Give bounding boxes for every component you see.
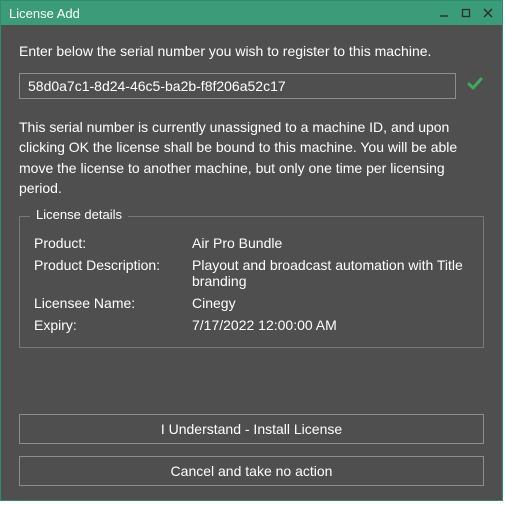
status-text: This serial number is currently unassign… bbox=[19, 117, 484, 198]
minimize-button[interactable] bbox=[434, 3, 454, 23]
content-area: Enter below the serial number you wish t… bbox=[1, 25, 502, 500]
licensee-name-label: Licensee Name: bbox=[34, 295, 184, 311]
cancel-button[interactable]: Cancel and take no action bbox=[19, 456, 484, 486]
product-value: Air Pro Bundle bbox=[192, 235, 469, 251]
product-label: Product: bbox=[34, 235, 184, 251]
instruction-text: Enter below the serial number you wish t… bbox=[19, 43, 484, 59]
product-description-value: Playout and broadcast automation with Ti… bbox=[192, 257, 469, 289]
license-details-legend: License details bbox=[30, 207, 128, 222]
install-license-button[interactable]: I Understand - Install License bbox=[19, 414, 484, 444]
license-add-window: License Add Enter below the serial numbe… bbox=[0, 0, 503, 501]
titlebar: License Add bbox=[1, 1, 502, 25]
close-button[interactable] bbox=[478, 3, 498, 23]
license-details-group: License details Product: Air Pro Bundle … bbox=[19, 216, 484, 348]
serial-input[interactable] bbox=[19, 73, 456, 99]
licensee-name-value: Cinegy bbox=[192, 295, 469, 311]
expiry-label: Expiry: bbox=[34, 317, 184, 333]
maximize-button[interactable] bbox=[456, 3, 476, 23]
license-details-grid: Product: Air Pro Bundle Product Descript… bbox=[34, 235, 469, 333]
expiry-value: 7/17/2022 12:00:00 AM bbox=[192, 317, 469, 333]
window-title: License Add bbox=[9, 6, 432, 21]
serial-row bbox=[19, 73, 484, 99]
product-description-label: Product Description: bbox=[34, 257, 184, 289]
check-icon bbox=[466, 75, 484, 98]
